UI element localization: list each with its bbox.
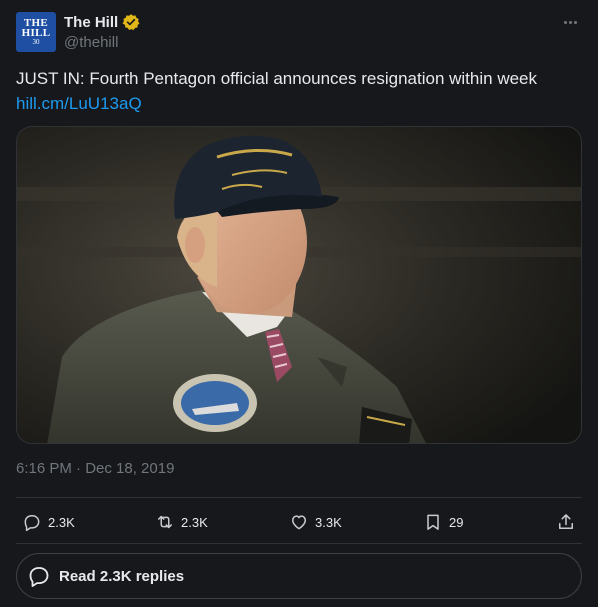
more-options-icon[interactable] (560, 14, 580, 30)
read-replies-label: Read 2.3K replies (59, 567, 185, 585)
bookmark-count: 29 (449, 514, 464, 530)
share-button[interactable] (556, 511, 576, 533)
retweet-button[interactable]: 2.3K (155, 511, 208, 533)
like-button[interactable]: 3.3K (289, 511, 342, 533)
tweet-text: JUST IN: Fourth Pentagon official announ… (16, 69, 537, 88)
reply-bubble-icon (29, 567, 49, 587)
author-display-name[interactable]: The Hill (64, 14, 118, 31)
tweet-card: THE HILL 30 The Hill @thehill JUST IN: F… (0, 0, 598, 607)
avatar-line-3: 30 (32, 38, 40, 46)
verified-badge-icon (122, 14, 140, 31)
like-count: 3.3K (315, 514, 342, 530)
read-replies-button[interactable]: Read 2.3K replies (16, 553, 582, 599)
heart-icon (292, 515, 306, 530)
tweet-link[interactable]: hill.cm/LuU13aQ (16, 92, 142, 116)
avatar-line-2: HILL (21, 27, 51, 39)
tweet-timestamp[interactable]: 6:16 PM · Dec 18, 2019 (16, 460, 174, 477)
photo-illustration (17, 127, 581, 443)
author-name-row: The Hill (64, 13, 140, 31)
divider-bottom (16, 543, 582, 544)
retweet-count: 2.3K (181, 514, 208, 530)
divider-top (16, 497, 582, 498)
reply-button[interactable]: 2.3K (22, 511, 75, 533)
tweet-photo[interactable] (16, 126, 582, 444)
share-icon (559, 514, 573, 529)
retweet-icon (158, 515, 172, 529)
bookmark-button[interactable]: 29 (423, 511, 463, 533)
reply-icon (24, 515, 40, 532)
avatar[interactable]: THE HILL 30 (16, 12, 56, 52)
author-handle[interactable]: @thehill (64, 34, 118, 51)
reply-count: 2.3K (48, 514, 75, 530)
bookmark-icon (427, 514, 439, 530)
